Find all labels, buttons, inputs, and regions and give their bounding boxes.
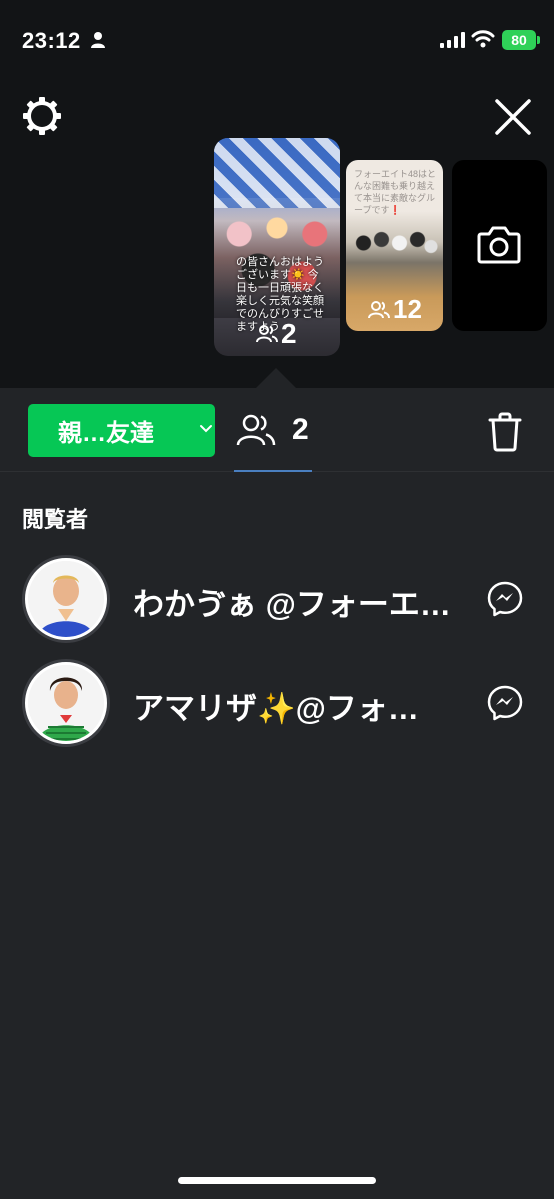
viewer-name: わかゔぁ @フォーエ… [133, 587, 451, 622]
active-tab-indicator [234, 470, 312, 472]
people-icon [368, 300, 390, 318]
signal-icon [440, 32, 465, 48]
people-icon [256, 325, 278, 343]
camera-icon [477, 226, 521, 264]
messenger-icon[interactable] [486, 684, 524, 722]
avatar-image [28, 561, 104, 637]
gear-icon[interactable] [22, 96, 62, 136]
story-viewer-count: 2 [256, 318, 297, 350]
story-preview-area: 23:12 80 の皆さんおはようございます☀️ 今日も一日頑張なく楽しく元気な… [0, 0, 554, 388]
close-icon[interactable] [494, 98, 532, 136]
privacy-dropdown[interactable]: 親…友達 [28, 404, 215, 457]
story-viewer-count-value: 2 [281, 318, 297, 349]
people-icon [236, 414, 276, 446]
add-story-camera-button[interactable] [452, 160, 547, 331]
viewers-section-title: 閲覧者 [22, 507, 89, 532]
viewers-tab-count: 2 [292, 413, 309, 446]
selected-story-pointer [256, 368, 296, 388]
story-thumbnail-selected[interactable]: の皆さんおはようございます☀️ 今日も一日頑張なく楽しく元気な笑顔でのんびりすご… [214, 138, 340, 356]
status-bar: 23:12 80 [0, 0, 554, 80]
battery-indicator: 80 [502, 30, 536, 50]
story-thumbnail[interactable]: フォーエイト48はとんな困難も乗り越えて本当に素敵なグループです❗️ 12 [346, 160, 443, 331]
viewer-row[interactable]: アマリザ✨@フォ… [0, 659, 554, 755]
trash-icon[interactable] [488, 412, 522, 452]
avatar[interactable] [22, 659, 110, 747]
viewer-name: アマリザ✨@フォ… [133, 691, 419, 726]
viewers-tab[interactable]: 2 [236, 412, 309, 448]
home-indicator[interactable] [178, 1177, 376, 1184]
story-overlay-text: フォーエイト48はとんな困難も乗り越えて本当に素敵なグループです❗️ [354, 169, 437, 215]
story-viewer-count-value: 12 [393, 294, 422, 324]
person-icon [91, 32, 105, 48]
avatar-portrait [28, 561, 104, 637]
avatar-portrait [28, 665, 104, 741]
status-time: 23:12 [22, 28, 81, 53]
avatar-image [28, 665, 104, 741]
chevron-down-icon [200, 425, 212, 433]
avatar[interactable] [22, 555, 110, 643]
viewer-row[interactable]: わかゔぁ @フォーエ… [0, 555, 554, 651]
wifi-icon [471, 30, 495, 48]
messenger-icon[interactable] [486, 580, 524, 618]
privacy-dropdown-label: 親…友達 [58, 420, 154, 447]
story-toolbar: 親…友達 2 [0, 388, 554, 472]
story-viewer-count: 12 [368, 294, 422, 325]
story-image-people [350, 222, 440, 292]
battery-tip [537, 36, 540, 44]
